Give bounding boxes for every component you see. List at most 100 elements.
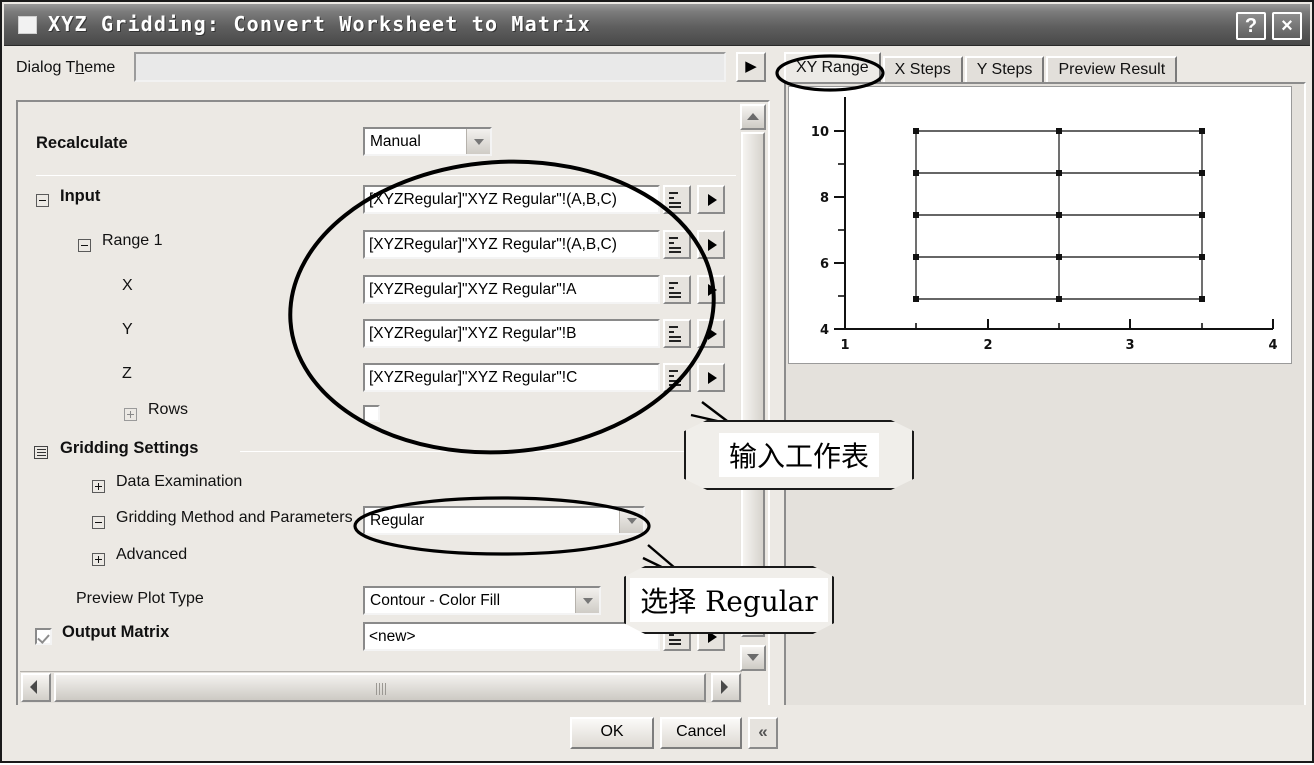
scroll-thumb[interactable]	[741, 132, 765, 637]
chevron-down-icon[interactable]	[619, 508, 643, 533]
scroll-grip-icon	[376, 683, 388, 695]
recalculate-value: Manual	[370, 133, 421, 150]
dialog-footer: OK Cancel «	[4, 705, 1310, 759]
dialog-theme-menu-arrow-icon[interactable]: ▶	[736, 52, 766, 82]
xy-range-scatter-plot: 10 8 6 4 1 2 3 4	[811, 97, 1278, 353]
range1-menu-button[interactable]	[697, 230, 725, 259]
chevron-left-icon	[30, 680, 37, 694]
data-examination-expander-icon[interactable]	[92, 480, 105, 493]
hscroll-thumb[interactable]	[54, 673, 706, 702]
preview-panel: 10 8 6 4 1 2 3 4	[784, 82, 1306, 707]
range1-expander-icon[interactable]	[78, 239, 91, 252]
dialog-theme-label: Dialog Theme	[16, 59, 116, 76]
settings-horizontal-scrollbar[interactable]	[20, 671, 742, 703]
triangle-right-icon	[708, 239, 717, 251]
callout-select-regular-text: 选择 Regular	[630, 578, 828, 622]
svg-text:10: 10	[811, 125, 829, 140]
z-range-field[interactable]: [XYZRegular]"XYZ Regular"!C	[363, 363, 660, 392]
cancel-button[interactable]: Cancel	[660, 717, 742, 749]
x-label: X	[122, 277, 133, 294]
input-label: Input	[60, 187, 101, 205]
scroll-right-button[interactable]	[711, 673, 741, 702]
y-menu-button[interactable]	[697, 319, 725, 348]
range1-label: Range 1	[102, 232, 163, 249]
tab-preview-result[interactable]: Preview Result	[1046, 56, 1178, 84]
y-label: Y	[122, 321, 133, 338]
chevron-down-icon[interactable]	[466, 129, 490, 154]
dialog-theme-input[interactable]	[134, 52, 726, 82]
gridding-method-label: Gridding Method and Parameters	[116, 509, 353, 526]
rows-checkbox[interactable]	[363, 405, 380, 422]
z-select-button[interactable]	[663, 363, 691, 392]
preview-empty-area	[788, 368, 1302, 703]
range-select-icon	[669, 369, 686, 386]
chevron-right-icon	[721, 680, 728, 694]
range1-field[interactable]: [XYZRegular]"XYZ Regular"!(A,B,C)	[363, 230, 660, 259]
input-expander-icon[interactable]	[36, 194, 49, 207]
scroll-down-button[interactable]	[740, 645, 766, 671]
divider-recalculate	[36, 175, 736, 176]
scroll-left-button[interactable]	[21, 673, 51, 702]
callout-select-regular: 选择 Regular	[624, 566, 834, 634]
callout-input-worksheet-text: 输入工作表	[718, 433, 879, 477]
title-bar: XYZ Gridding: Convert Worksheet to Matri…	[4, 4, 1310, 46]
z-label: Z	[122, 365, 132, 382]
y-select-button[interactable]	[663, 319, 691, 348]
gridding-settings-label: Gridding Settings	[60, 439, 199, 457]
collapse-button[interactable]: «	[748, 717, 778, 749]
svg-text:6: 6	[820, 257, 829, 272]
window-icon	[18, 16, 37, 34]
advanced-expander-icon[interactable]	[92, 553, 105, 566]
data-examination-label: Data Examination	[116, 473, 243, 490]
range-select-icon	[669, 281, 686, 298]
preview-plot-type-dropdown[interactable]: Contour - Color Fill	[363, 586, 601, 615]
svg-text:8: 8	[820, 191, 829, 206]
range-select-icon	[669, 191, 686, 208]
output-matrix-field[interactable]: <new>	[363, 622, 660, 651]
ok-button[interactable]: OK	[570, 717, 654, 749]
triangle-right-icon	[708, 284, 717, 296]
input-range-field[interactable]: [XYZRegular]"XYZ Regular"!(A,B,C)	[363, 185, 660, 214]
scroll-up-button[interactable]	[740, 104, 766, 130]
gridding-settings-section-icon[interactable]	[34, 446, 48, 459]
preview-plot-type-label: Preview Plot Type	[76, 590, 204, 607]
rows-label: Rows	[148, 401, 189, 418]
z-menu-button[interactable]	[697, 363, 725, 392]
advanced-label: Advanced	[116, 546, 188, 563]
tab-y-steps[interactable]: Y Steps	[964, 56, 1045, 84]
help-button[interactable]: ?	[1236, 12, 1266, 40]
range-select-icon	[669, 325, 686, 342]
svg-text:4: 4	[1268, 338, 1277, 353]
x-select-button[interactable]	[663, 275, 691, 304]
x-range-field[interactable]: [XYZRegular]"XYZ Regular"!A	[363, 275, 660, 304]
svg-text:4: 4	[820, 323, 829, 338]
svg-text:2: 2	[983, 338, 992, 353]
gridding-method-dropdown[interactable]: Regular	[363, 506, 645, 535]
preview-plot[interactable]: 10 8 6 4 1 2 3 4	[788, 86, 1292, 364]
recalculate-label: Recalculate	[36, 134, 128, 152]
preview-plot-type-value: Contour - Color Fill	[370, 592, 501, 609]
recalculate-dropdown[interactable]: Manual	[363, 127, 492, 156]
input-range-select-button[interactable]	[663, 185, 691, 214]
gridding-method-value: Regular	[370, 512, 425, 529]
chevron-down-icon	[747, 654, 759, 661]
gridding-method-expander-icon[interactable]	[92, 516, 105, 529]
close-button[interactable]: ×	[1272, 12, 1302, 40]
svg-text:1: 1	[840, 338, 849, 353]
range1-select-button[interactable]	[663, 230, 691, 259]
tab-x-steps[interactable]: X Steps	[882, 56, 963, 84]
page-title: XYZ Gridding: Convert Worksheet to Matri…	[48, 12, 591, 36]
chevron-down-icon[interactable]	[575, 588, 599, 613]
output-matrix-checkbox[interactable]	[35, 628, 52, 645]
svg-text:3: 3	[1125, 338, 1134, 353]
range-select-icon	[669, 236, 686, 253]
input-menu-button[interactable]	[697, 185, 725, 214]
x-menu-button[interactable]	[697, 275, 725, 304]
triangle-right-icon	[708, 328, 717, 340]
output-matrix-label: Output Matrix	[62, 623, 170, 641]
triangle-right-icon	[708, 194, 717, 206]
rows-expander-icon[interactable]	[124, 408, 137, 421]
y-range-field[interactable]: [XYZRegular]"XYZ Regular"!B	[363, 319, 660, 348]
dialog-window: XYZ Gridding: Convert Worksheet to Matri…	[0, 0, 1314, 763]
tab-xy-range[interactable]: XY Range	[784, 52, 881, 84]
